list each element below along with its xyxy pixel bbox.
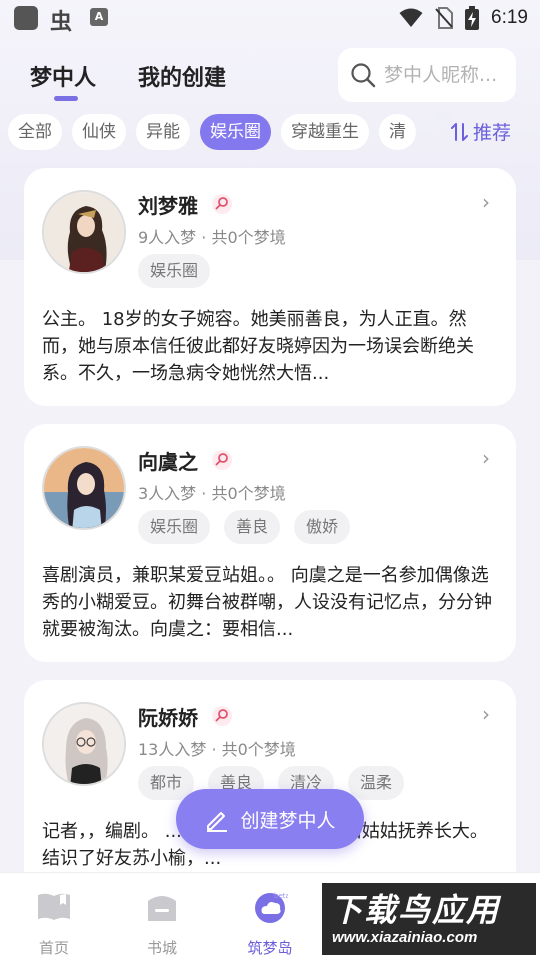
search-icon [351, 63, 376, 88]
character-description: 喜剧演员，兼职某爱豆站姐。。 向虞之是一名参加偶像选秀的小糊爱豆。初舞台被群嘲，… [42, 565, 492, 640]
female-icon [212, 194, 232, 214]
sort-icon [451, 122, 468, 141]
nav-label: 筑梦岛 [247, 939, 293, 957]
tab-dream-people[interactable]: 梦中人 [30, 60, 96, 92]
character-card[interactable]: 阮娇娇 › 13人入梦 · 共0个梦境 都市 善良 清冷 温柔 记者，，编剧。 … [24, 680, 516, 890]
status-bar: 虫 A 6:19 [0, 0, 540, 36]
chip-entertainment[interactable]: 娱乐圈 [200, 114, 271, 150]
card-stats: 9人入梦 · 共0个梦境 [138, 228, 286, 247]
create-button-label: 创建梦中人 [240, 809, 336, 832]
avatar [42, 190, 126, 274]
no-sim-icon [435, 7, 454, 29]
battery-charging-icon [465, 6, 480, 30]
avatar [42, 446, 126, 530]
character-card[interactable]: 向虞之 › 3人入梦 · 共0个梦境 娱乐圈 善良 傲娇 喜剧演员，兼职某爱豆站… [24, 424, 516, 662]
chevron-right-icon[interactable]: › [482, 446, 490, 470]
bug-notification-icon: 虫 [50, 10, 73, 35]
nav-dream-island[interactable]: beta 筑梦岛 [230, 891, 310, 958]
tag: 娱乐圈 [138, 254, 211, 288]
tag: 善良 [224, 510, 281, 544]
book-open-icon [38, 893, 70, 920]
search-box[interactable] [338, 48, 516, 102]
tag: 温柔 [348, 766, 405, 800]
card-tags: 娱乐圈 善良 傲娇 [138, 510, 351, 544]
nav-label: 首页 [38, 939, 69, 957]
tag: 都市 [138, 766, 195, 800]
tag: 傲娇 [294, 510, 351, 544]
active-tab-indicator [54, 96, 78, 101]
watermark-title: 下载鸟应用 [330, 891, 501, 929]
character-name: 向虞之 [138, 450, 198, 474]
nav-home[interactable]: 首页 [14, 891, 94, 958]
watermark-logo: 下载鸟应用 www.xiazainiao.com [322, 883, 536, 955]
female-icon [212, 706, 232, 726]
character-name: 刘梦雅 [138, 194, 198, 218]
chip-qing[interactable]: 清 [379, 114, 416, 150]
a-notification-icon: A [90, 8, 108, 26]
chip-time-travel[interactable]: 穿越重生 [281, 114, 369, 150]
avatar [42, 702, 126, 786]
watermark-url: www.xiazainiao.com [332, 929, 478, 946]
chip-fade [412, 112, 452, 154]
card-stats: 3人入梦 · 共0个梦境 [138, 484, 286, 503]
chip-all[interactable]: 全部 [8, 114, 62, 150]
search-input[interactable] [384, 64, 510, 86]
pen-icon [207, 812, 228, 832]
wifi-icon [399, 8, 423, 27]
app-notification-icon [14, 6, 38, 30]
svg-text:beta: beta [274, 892, 288, 900]
cloud-icon: beta [255, 892, 290, 923]
sort-label: 推荐 [473, 122, 512, 144]
bookstore-icon [148, 896, 176, 921]
chevron-right-icon[interactable]: › [482, 702, 490, 726]
tag: 娱乐圈 [138, 510, 211, 544]
nav-bookstore[interactable]: 书城 [122, 891, 202, 958]
chip-superpower[interactable]: 异能 [136, 114, 190, 150]
sort-button[interactable]: 推荐 [450, 118, 511, 145]
status-time: 6:19 [491, 7, 528, 28]
female-icon [212, 450, 232, 470]
card-stats: 13人入梦 · 共0个梦境 [138, 740, 296, 759]
character-name: 阮娇娇 [138, 706, 198, 730]
create-dream-person-button[interactable]: 创建梦中人 [176, 789, 364, 849]
card-tags: 娱乐圈 [138, 254, 211, 288]
chevron-right-icon[interactable]: › [482, 190, 490, 214]
character-card[interactable]: 刘梦雅 › 9人入梦 · 共0个梦境 娱乐圈 公主。 18岁的女子婉容。她美丽善… [24, 168, 516, 406]
chip-xianxia[interactable]: 仙侠 [72, 114, 126, 150]
nav-label: 书城 [146, 939, 177, 957]
character-description: 公主。 18岁的女子婉容。她美丽善良，为人正直。然而，她与原本信任彼此都好友晓婷… [42, 309, 474, 384]
category-chips: 全部 仙侠 异能 娱乐圈 穿越重生清 [8, 114, 448, 152]
tab-my-creations[interactable]: 我的创建 [138, 60, 226, 92]
